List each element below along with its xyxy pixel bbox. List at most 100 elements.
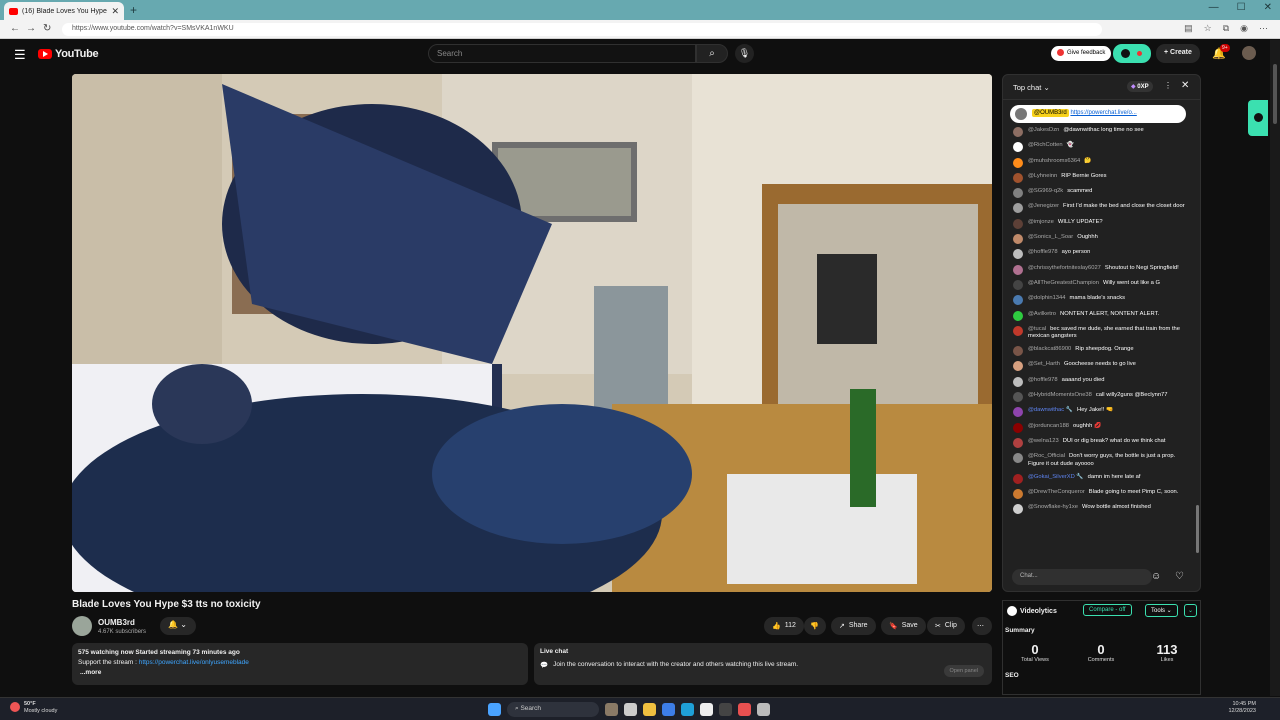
chat-message[interactable]: @AllTheGreatestChampion Willy went out li… [1013,279,1189,290]
chat-message[interactable]: @RichCotten 👻 [1013,142,1189,153]
chat-avatar[interactable] [1013,473,1023,484]
capcut-icon[interactable] [719,703,732,716]
chat-username[interactable]: @tucal [1028,326,1046,332]
chat-message[interactable]: @SG969-q2k scammed [1013,188,1189,199]
browser-tab[interactable]: (16) Blade Loves You Hype $3 ✕ [4,2,124,20]
account-avatar[interactable] [1242,46,1256,60]
chat-message[interactable]: @DrewTheConqueror Blade going to meet Pim… [1013,488,1189,499]
chrome-icon[interactable] [662,703,675,716]
chat-username[interactable]: @DrewTheConqueror [1028,489,1085,495]
chat-username[interactable]: @HybridMomentsOne38 [1028,392,1092,398]
subscription-bell-button[interactable]: 🔔 ⌄ [160,617,196,635]
youtube-logo[interactable]: YouTube [38,48,99,60]
chat-avatar[interactable] [1013,203,1023,214]
xp-badge[interactable]: ◆ 0XP [1127,81,1153,92]
extensions-icon[interactable]: ⧉ [1223,23,1229,34]
chat-options-icon[interactable]: ⋮ [1164,81,1172,90]
back-icon[interactable]: ← [10,23,20,34]
chat-avatar[interactable] [1013,218,1023,229]
extension-toggle-button[interactable] [1113,44,1151,63]
chat-avatar[interactable] [1013,172,1023,183]
videolytics-expand-icon[interactable]: ⌄ [1184,604,1198,617]
pinned-link[interactable]: https://powerchat.live/o... [1070,110,1136,116]
share-button[interactable]: ↗ Share [831,617,876,635]
chat-message[interactable]: @hoffle978 aaaand you died [1013,376,1189,387]
chat-username[interactable]: @Jenegizer [1028,203,1059,209]
create-button[interactable]: + Create [1156,44,1200,63]
channel-avatar[interactable] [72,616,92,636]
chat-avatar[interactable] [1013,142,1023,153]
chat-username[interactable]: @hoffle978 [1028,377,1058,383]
chat-avatar[interactable] [1013,127,1023,137]
chat-username[interactable]: @SG969-q2k [1028,188,1063,194]
chat-avatar[interactable] [1013,310,1023,321]
channel-name[interactable]: OUMB3rd [98,618,135,627]
chat-message[interactable]: @Roc_Official Don't worry guys, the bottl… [1013,453,1189,468]
file-explorer-icon[interactable] [643,703,656,716]
chat-username[interactable]: @imjonze [1028,219,1054,225]
profile-icon[interactable]: ◉ [1240,23,1248,34]
weather-widget[interactable]: 50°F Mostly cloudy [8,701,57,715]
chat-avatar[interactable] [1013,488,1023,499]
chat-avatar[interactable] [1013,279,1023,290]
chat-avatar[interactable] [1013,392,1023,403]
chat-message[interactable]: @Gokai_SilverXD 🔧 damn im here late af [1013,473,1189,484]
clip-button[interactable]: ✂ Clip [927,617,965,635]
chat-avatar[interactable] [1013,157,1023,168]
notepad-icon[interactable] [757,703,770,716]
chat-username[interactable]: @welna123 [1028,438,1059,444]
chat-message[interactable]: @dolphin1344 mama blade's snacks [1013,295,1189,306]
new-tab-button[interactable]: + [130,3,137,17]
chat-avatar[interactable] [1013,325,1023,336]
reload-icon[interactable]: ↻ [43,23,51,34]
chat-message[interactable]: @Sonics_L_Soar Oughhh [1013,234,1189,245]
chat-message[interactable]: @tucal bec saved me dude, she earned that… [1013,325,1189,341]
video-player[interactable] [72,74,992,592]
more-icon[interactable]: ⋯ [1259,23,1268,34]
chat-avatar[interactable] [1013,376,1023,387]
page-scroll-thumb[interactable] [1273,64,1277,124]
chat-username[interactable]: @AllTheGreatestChampion [1028,280,1099,286]
heart-icon[interactable]: ♡ [1175,571,1184,582]
hamburger-menu-icon[interactable]: ☰ [14,47,26,63]
emoji-icon[interactable]: ☺ [1151,571,1161,582]
url-field[interactable]: https://www.youtube.com/watch?v=SMsVKA1n… [62,23,1102,36]
chat-avatar[interactable] [1013,361,1023,372]
chat-avatar[interactable] [1013,188,1023,199]
taskbar-search[interactable]: ⌕ Search [507,702,599,717]
tools-dropdown[interactable]: Tools ⌄ [1145,604,1178,617]
give-feedback-button[interactable]: Give feedback [1051,46,1112,61]
chat-username[interactable]: @Gokai_SilverXD 🔧 [1028,474,1084,480]
voice-search-mic-icon[interactable]: 🎙 [735,44,754,63]
chat-username[interactable]: @Set_Harth [1028,361,1060,367]
chat-message[interactable]: @dawnwithac 🔧 Hey Jake!! 🤜 [1013,407,1189,418]
task-view-icon[interactable] [624,703,637,716]
save-button[interactable]: 🔖 Save [881,617,926,635]
chat-message[interactable]: @JakesDzn @dawnwithac long time no see [1013,127,1189,137]
chat-username[interactable]: @hoffle978 [1028,249,1058,255]
description-box[interactable]: 575 watching now Started streaming 73 mi… [72,643,528,685]
chat-username[interactable]: @Sonics_L_Soar [1028,234,1073,240]
chat-avatar[interactable] [1013,453,1023,464]
chat-message[interactable]: @Set_Harth Goocheese needs to go live [1013,361,1189,372]
chat-scrollbar[interactable] [1196,505,1199,553]
chat-message[interactable]: @HybridMomentsOne38 call willy2guns @Becl… [1013,392,1189,403]
close-chat-icon[interactable]: ✕ [1181,80,1189,91]
chat-username[interactable]: @Lyhneinn [1028,173,1057,179]
close-tab-icon[interactable]: ✕ [111,6,119,17]
chat-message[interactable]: @Snowflake-hy1xe Wow bottle almost finish… [1013,504,1189,515]
chat-username[interactable]: @blackcat86900 [1028,346,1071,352]
close-window-icon[interactable]: ✕ [1264,2,1272,13]
windows-start-icon[interactable] [488,703,501,716]
compare-toggle-button[interactable]: Compare - off [1083,604,1132,616]
chat-message[interactable]: @jorduncan188 oughhh 💋 [1013,422,1189,433]
forward-icon[interactable]: → [26,23,36,34]
chat-avatar[interactable] [1013,422,1023,433]
more-actions-button[interactable]: ⋯ [972,617,992,635]
chat-avatar[interactable] [1013,437,1023,448]
more-link[interactable]: ...more [78,668,522,678]
chat-avatar[interactable] [1013,234,1023,245]
search-button[interactable]: ⌕ [696,44,728,63]
chat-username[interactable]: @dolphin1344 [1028,295,1065,301]
chat-username[interactable]: @JakesDzn [1028,127,1059,133]
